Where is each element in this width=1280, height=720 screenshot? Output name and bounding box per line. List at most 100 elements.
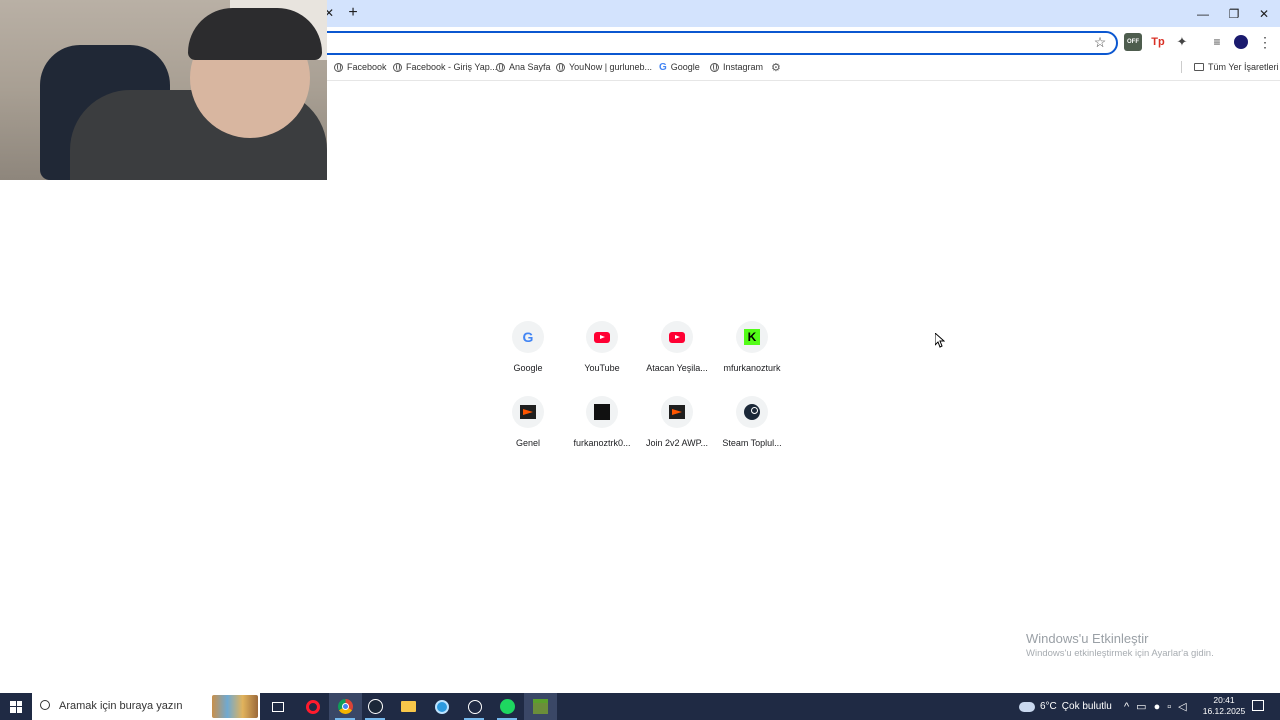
shortcut-label: mfurkanozturk <box>723 363 781 373</box>
profile-avatar[interactable] <box>1234 35 1248 49</box>
all-bookmarks-label: Tüm Yer İşaretleri <box>1208 62 1279 72</box>
bookmark-label: YouNow | gurluneb... <box>569 62 653 72</box>
globe-icon <box>334 62 343 72</box>
app-icon <box>434 699 449 714</box>
weather-temp: 6°C <box>1040 701 1057 712</box>
google-icon: G <box>512 321 544 353</box>
youtube-icon <box>586 321 618 353</box>
faceit-icon <box>512 396 544 428</box>
microphone-icon[interactable]: ● <box>1154 701 1161 713</box>
weather-condition: Çok bulutlu <box>1061 701 1112 712</box>
shortcut-label: Steam Toplul... <box>722 438 782 448</box>
all-bookmarks-button[interactable]: Tüm Yer İşaretleri <box>1194 59 1279 75</box>
gear-icon: ⚙ <box>771 61 781 74</box>
bookmark-label: Facebook - Giriş Yap... <box>406 62 498 72</box>
file-explorer-button[interactable] <box>392 693 425 720</box>
shortcut-atacan[interactable]: Atacan Yeşila... <box>641 321 713 381</box>
opera-icon <box>305 699 320 714</box>
minecraft-icon <box>533 699 548 714</box>
volume-icon[interactable]: ◁ <box>1178 700 1186 713</box>
new-tab-button[interactable]: + <box>345 4 361 22</box>
close-button[interactable]: ✕ <box>1249 0 1279 27</box>
youtube-icon <box>661 321 693 353</box>
screen-icon[interactable]: ▭ <box>1136 700 1146 713</box>
shortcut-youtube[interactable]: YouTube <box>566 321 638 381</box>
chevron-up-icon[interactable]: ^ <box>1124 701 1129 713</box>
cloud-icon <box>1015 698 1035 712</box>
clock-icon <box>467 699 482 714</box>
globe-icon <box>556 62 565 72</box>
clock-app-taskbar-button[interactable] <box>458 693 491 720</box>
bookmark-settings[interactable]: ⚙ <box>771 59 781 75</box>
shortcut-label: Genel <box>515 438 541 448</box>
bookmark-label: Google <box>670 62 700 72</box>
spotify-taskbar-button[interactable] <box>491 693 524 720</box>
kick-icon: K <box>736 321 768 353</box>
bookmark-younow[interactable]: YouNow | gurluneb... <box>556 59 652 75</box>
search-icon <box>40 700 50 710</box>
minecraft-taskbar-button[interactable] <box>524 693 557 720</box>
task-view-icon <box>271 701 284 712</box>
globe-icon <box>496 62 505 72</box>
bookmark-instagram[interactable]: Instagram <box>710 59 763 75</box>
shortcut-label: YouTube <box>584 363 620 373</box>
webcam-person-cap <box>188 8 322 60</box>
windows-logo-icon <box>10 700 22 713</box>
minimize-button[interactable]: — <box>1188 0 1218 27</box>
network-icon[interactable]: ▫ <box>1167 701 1171 713</box>
bookmark-label: Instagram <box>723 62 764 72</box>
system-tray: ^ ▭ ● ▫ ◁ <box>1124 693 1187 720</box>
extension-off-icon[interactable]: OFF <box>1124 33 1142 51</box>
bookmark-google[interactable]: G Google <box>659 59 700 75</box>
notification-center-icon[interactable] <box>1252 700 1264 711</box>
media-control-icon[interactable]: ≡ <box>1209 33 1225 51</box>
extension-tp-icon[interactable]: Tp <box>1150 33 1166 51</box>
taskbar-search-placeholder: Aramak için buraya yazın <box>59 700 183 712</box>
globe-icon <box>393 62 402 72</box>
shortcut-kick[interactable]: K mfurkanozturk <box>716 321 788 381</box>
bookmarks-separator <box>1181 61 1182 73</box>
bookmark-label: Ana Sayfa <box>509 62 551 72</box>
task-view-button[interactable] <box>261 693 294 720</box>
bookmark-label: Facebook <box>347 62 387 72</box>
bookmark-facebook-login[interactable]: Facebook - Giriş Yap... <box>393 59 497 75</box>
webcam-overlay <box>0 0 327 180</box>
clock-time: 20:41 <box>1213 695 1235 705</box>
search-highlight-image <box>212 695 258 718</box>
chrome-taskbar-button[interactable] <box>329 693 362 720</box>
shortcut-join-2v2[interactable]: Join 2v2 AWP... <box>641 396 713 456</box>
google-icon: G <box>659 61 667 73</box>
spotify-icon <box>500 699 515 714</box>
chrome-icon <box>338 699 353 714</box>
shortcut-label: Join 2v2 AWP... <box>645 438 709 448</box>
extensions-puzzle-icon[interactable]: ✦ <box>1174 33 1190 51</box>
shortcut-label: Atacan Yeşila... <box>646 363 708 373</box>
shortcut-genel[interactable]: Genel <box>492 396 564 456</box>
address-bar[interactable] <box>200 31 1118 55</box>
taskbar-clock[interactable]: 20:41 16.12.2025 <box>1200 695 1248 717</box>
steam-taskbar-button[interactable] <box>359 693 392 720</box>
bookmark-facebook[interactable]: Facebook <box>334 59 387 75</box>
faceit-icon <box>661 396 693 428</box>
activation-watermark-subtitle: Windows'u etkinleştirmek için Ayarlar'a … <box>1026 648 1214 659</box>
globe-icon <box>710 62 719 72</box>
folder-icon <box>1194 63 1204 71</box>
clock-date: 16.12.2025 <box>1202 706 1246 716</box>
steam-icon <box>368 699 383 714</box>
folder-icon <box>401 701 416 712</box>
bookmark-ana-sayfa[interactable]: Ana Sayfa <box>496 59 551 75</box>
opera-taskbar-button[interactable] <box>296 693 329 720</box>
steam-icon <box>736 396 768 428</box>
app-taskbar-button[interactable] <box>425 693 458 720</box>
shortcut-label: furkanoztrk0... <box>573 438 631 448</box>
shortcut-furkanoztrk[interactable]: furkanoztrk0... <box>566 396 638 456</box>
shortcut-label: Google <box>513 363 543 373</box>
activation-watermark-title: Windows'u Etkinleştir <box>1026 631 1149 646</box>
weather-widget[interactable]: 6°C Çok bulutlu <box>1015 693 1112 720</box>
start-button[interactable] <box>6 693 26 720</box>
menu-dots-icon[interactable]: ⋮ <box>1258 33 1272 51</box>
shortcut-google[interactable]: G Google <box>492 321 564 381</box>
restore-button[interactable]: ❐ <box>1219 0 1249 27</box>
bookmark-star-icon[interactable]: ☆ <box>1092 33 1108 51</box>
shortcut-steam[interactable]: Steam Toplul... <box>716 396 788 456</box>
